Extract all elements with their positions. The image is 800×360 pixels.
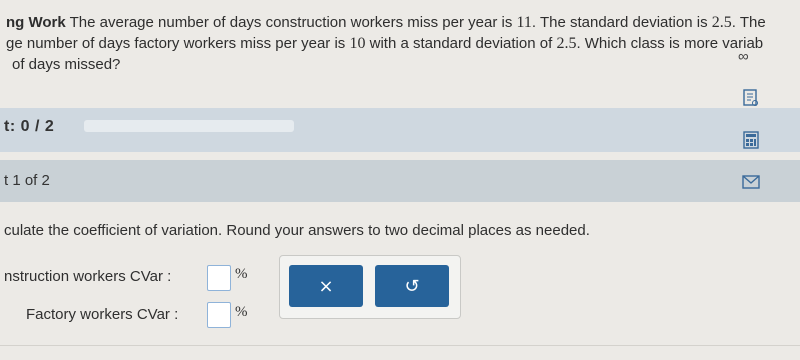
notes-icon[interactable] — [740, 88, 762, 108]
calculator-icon[interactable] — [740, 130, 762, 150]
mail-icon[interactable] — [740, 172, 762, 192]
construction-cvar-label: nstruction workers CVar : — [4, 268, 172, 285]
factory-cvar-label: Factory workers CVar : — [26, 306, 179, 323]
clear-button[interactable]: × — [289, 265, 363, 307]
question-text: ng Work The average number of days const… — [6, 12, 796, 75]
part-label: t 1 of 2 — [4, 172, 50, 189]
question-line-1: ng Work The average number of days const… — [6, 14, 766, 31]
part-band — [0, 160, 800, 202]
question-title: ng Work — [6, 14, 66, 31]
score-label: t: 0 / 2 — [4, 118, 55, 135]
factory-cvar-input[interactable] — [207, 302, 231, 328]
question-line-2: ge number of days factory workers miss p… — [6, 35, 764, 52]
question-line-3: of days missed? — [12, 56, 121, 73]
close-icon: × — [318, 275, 334, 297]
construction-percent-sign: % — [235, 266, 248, 282]
factory-percent-sign: % — [235, 304, 248, 320]
bottom-divider — [0, 345, 800, 346]
undo-button[interactable]: ↺ — [375, 265, 449, 307]
infinity-icon[interactable]: ∞ — [738, 48, 749, 65]
undo-icon: ↺ — [404, 275, 420, 297]
construction-cvar-input[interactable] — [207, 265, 231, 291]
score-progress-bar — [84, 120, 294, 132]
instruction-text: culate the coefficient of variation. Rou… — [4, 222, 590, 239]
